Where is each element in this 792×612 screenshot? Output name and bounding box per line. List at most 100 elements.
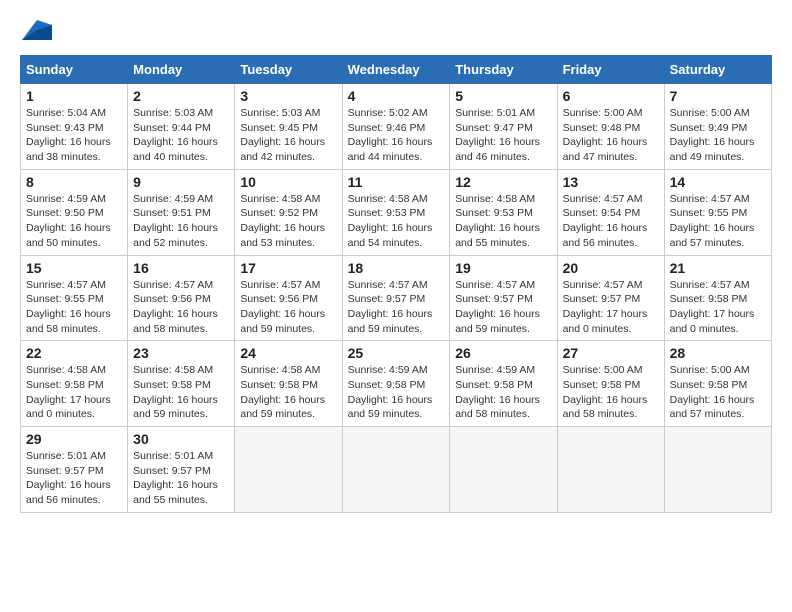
day-info: Sunrise: 4:58 AM Sunset: 9:52 PM Dayligh…: [240, 192, 336, 251]
day-number: 23: [133, 345, 229, 361]
calendar-cell: 1 Sunrise: 5:04 AM Sunset: 9:43 PM Dayli…: [21, 84, 128, 170]
day-info: Sunrise: 5:03 AM Sunset: 9:44 PM Dayligh…: [133, 106, 229, 165]
day-number: 20: [563, 260, 659, 276]
calendar-cell: 22 Sunrise: 4:58 AM Sunset: 9:58 PM Dayl…: [21, 341, 128, 427]
calendar-week-2: 8 Sunrise: 4:59 AM Sunset: 9:50 PM Dayli…: [21, 169, 772, 255]
calendar-cell: 16 Sunrise: 4:57 AM Sunset: 9:56 PM Dayl…: [128, 255, 235, 341]
day-info: Sunrise: 4:59 AM Sunset: 9:50 PM Dayligh…: [26, 192, 122, 251]
day-number: 5: [455, 88, 551, 104]
day-number: 21: [670, 260, 766, 276]
calendar-table: SundayMondayTuesdayWednesdayThursdayFrid…: [20, 55, 772, 513]
calendar-cell: 26 Sunrise: 4:59 AM Sunset: 9:58 PM Dayl…: [450, 341, 557, 427]
day-number: 28: [670, 345, 766, 361]
day-info: Sunrise: 4:59 AM Sunset: 9:51 PM Dayligh…: [133, 192, 229, 251]
calendar-cell: 11 Sunrise: 4:58 AM Sunset: 9:53 PM Dayl…: [342, 169, 450, 255]
header: [20, 20, 772, 45]
calendar-cell: 24 Sunrise: 4:58 AM Sunset: 9:58 PM Dayl…: [235, 341, 342, 427]
day-number: 8: [26, 174, 122, 190]
header-sunday: Sunday: [21, 56, 128, 84]
day-info: Sunrise: 4:57 AM Sunset: 9:55 PM Dayligh…: [670, 192, 766, 251]
day-info: Sunrise: 4:57 AM Sunset: 9:58 PM Dayligh…: [670, 278, 766, 337]
day-info: Sunrise: 5:00 AM Sunset: 9:48 PM Dayligh…: [563, 106, 659, 165]
logo-icon: [22, 20, 52, 40]
day-info: Sunrise: 4:57 AM Sunset: 9:57 PM Dayligh…: [348, 278, 445, 337]
day-number: 22: [26, 345, 122, 361]
calendar-week-1: 1 Sunrise: 5:04 AM Sunset: 9:43 PM Dayli…: [21, 84, 772, 170]
calendar-cell: 25 Sunrise: 4:59 AM Sunset: 9:58 PM Dayl…: [342, 341, 450, 427]
calendar-cell: 23 Sunrise: 4:58 AM Sunset: 9:58 PM Dayl…: [128, 341, 235, 427]
day-info: Sunrise: 4:58 AM Sunset: 9:58 PM Dayligh…: [26, 363, 122, 422]
calendar-cell: 14 Sunrise: 4:57 AM Sunset: 9:55 PM Dayl…: [664, 169, 771, 255]
day-number: 30: [133, 431, 229, 447]
day-number: 3: [240, 88, 336, 104]
day-info: Sunrise: 5:00 AM Sunset: 9:58 PM Dayligh…: [670, 363, 766, 422]
day-number: 24: [240, 345, 336, 361]
day-info: Sunrise: 4:57 AM Sunset: 9:55 PM Dayligh…: [26, 278, 122, 337]
calendar-cell: 3 Sunrise: 5:03 AM Sunset: 9:45 PM Dayli…: [235, 84, 342, 170]
day-info: Sunrise: 5:03 AM Sunset: 9:45 PM Dayligh…: [240, 106, 336, 165]
day-info: Sunrise: 4:59 AM Sunset: 9:58 PM Dayligh…: [455, 363, 551, 422]
day-number: 10: [240, 174, 336, 190]
day-number: 19: [455, 260, 551, 276]
day-info: Sunrise: 5:01 AM Sunset: 9:57 PM Dayligh…: [133, 449, 229, 508]
day-number: 17: [240, 260, 336, 276]
day-info: Sunrise: 4:59 AM Sunset: 9:58 PM Dayligh…: [348, 363, 445, 422]
calendar-cell: 18 Sunrise: 4:57 AM Sunset: 9:57 PM Dayl…: [342, 255, 450, 341]
calendar-header-row: SundayMondayTuesdayWednesdayThursdayFrid…: [21, 56, 772, 84]
day-info: Sunrise: 5:00 AM Sunset: 9:58 PM Dayligh…: [563, 363, 659, 422]
day-number: 6: [563, 88, 659, 104]
calendar-cell: 9 Sunrise: 4:59 AM Sunset: 9:51 PM Dayli…: [128, 169, 235, 255]
calendar-cell: 19 Sunrise: 4:57 AM Sunset: 9:57 PM Dayl…: [450, 255, 557, 341]
calendar-cell: 6 Sunrise: 5:00 AM Sunset: 9:48 PM Dayli…: [557, 84, 664, 170]
calendar-cell: 7 Sunrise: 5:00 AM Sunset: 9:49 PM Dayli…: [664, 84, 771, 170]
calendar-week-5: 29 Sunrise: 5:01 AM Sunset: 9:57 PM Dayl…: [21, 427, 772, 513]
day-number: 14: [670, 174, 766, 190]
calendar-cell: 27 Sunrise: 5:00 AM Sunset: 9:58 PM Dayl…: [557, 341, 664, 427]
day-info: Sunrise: 4:58 AM Sunset: 9:58 PM Dayligh…: [240, 363, 336, 422]
day-info: Sunrise: 4:58 AM Sunset: 9:53 PM Dayligh…: [348, 192, 445, 251]
day-number: 15: [26, 260, 122, 276]
header-wednesday: Wednesday: [342, 56, 450, 84]
day-number: 4: [348, 88, 445, 104]
day-info: Sunrise: 4:57 AM Sunset: 9:56 PM Dayligh…: [240, 278, 336, 337]
day-info: Sunrise: 4:57 AM Sunset: 9:57 PM Dayligh…: [563, 278, 659, 337]
day-info: Sunrise: 5:00 AM Sunset: 9:49 PM Dayligh…: [670, 106, 766, 165]
header-tuesday: Tuesday: [235, 56, 342, 84]
day-number: 29: [26, 431, 122, 447]
header-monday: Monday: [128, 56, 235, 84]
calendar-cell: 13 Sunrise: 4:57 AM Sunset: 9:54 PM Dayl…: [557, 169, 664, 255]
logo-text: [20, 20, 52, 45]
calendar-cell: 8 Sunrise: 4:59 AM Sunset: 9:50 PM Dayli…: [21, 169, 128, 255]
day-info: Sunrise: 4:57 AM Sunset: 9:56 PM Dayligh…: [133, 278, 229, 337]
day-number: 12: [455, 174, 551, 190]
logo: [20, 20, 52, 45]
calendar-cell: [557, 427, 664, 513]
header-thursday: Thursday: [450, 56, 557, 84]
day-info: Sunrise: 4:58 AM Sunset: 9:53 PM Dayligh…: [455, 192, 551, 251]
calendar-cell: 30 Sunrise: 5:01 AM Sunset: 9:57 PM Dayl…: [128, 427, 235, 513]
calendar-cell: 28 Sunrise: 5:00 AM Sunset: 9:58 PM Dayl…: [664, 341, 771, 427]
calendar-week-4: 22 Sunrise: 4:58 AM Sunset: 9:58 PM Dayl…: [21, 341, 772, 427]
day-info: Sunrise: 5:01 AM Sunset: 9:47 PM Dayligh…: [455, 106, 551, 165]
day-info: Sunrise: 4:57 AM Sunset: 9:57 PM Dayligh…: [455, 278, 551, 337]
calendar-cell: [342, 427, 450, 513]
header-friday: Friday: [557, 56, 664, 84]
calendar-cell: 15 Sunrise: 4:57 AM Sunset: 9:55 PM Dayl…: [21, 255, 128, 341]
calendar-cell: 20 Sunrise: 4:57 AM Sunset: 9:57 PM Dayl…: [557, 255, 664, 341]
day-number: 7: [670, 88, 766, 104]
calendar-body: 1 Sunrise: 5:04 AM Sunset: 9:43 PM Dayli…: [21, 84, 772, 513]
day-info: Sunrise: 5:04 AM Sunset: 9:43 PM Dayligh…: [26, 106, 122, 165]
day-number: 13: [563, 174, 659, 190]
calendar-cell: [450, 427, 557, 513]
calendar-cell: 4 Sunrise: 5:02 AM Sunset: 9:46 PM Dayli…: [342, 84, 450, 170]
header-saturday: Saturday: [664, 56, 771, 84]
calendar-cell: 5 Sunrise: 5:01 AM Sunset: 9:47 PM Dayli…: [450, 84, 557, 170]
day-number: 11: [348, 174, 445, 190]
day-number: 16: [133, 260, 229, 276]
day-number: 27: [563, 345, 659, 361]
day-info: Sunrise: 4:58 AM Sunset: 9:58 PM Dayligh…: [133, 363, 229, 422]
day-info: Sunrise: 4:57 AM Sunset: 9:54 PM Dayligh…: [563, 192, 659, 251]
day-number: 25: [348, 345, 445, 361]
calendar-cell: 10 Sunrise: 4:58 AM Sunset: 9:52 PM Dayl…: [235, 169, 342, 255]
day-info: Sunrise: 5:02 AM Sunset: 9:46 PM Dayligh…: [348, 106, 445, 165]
